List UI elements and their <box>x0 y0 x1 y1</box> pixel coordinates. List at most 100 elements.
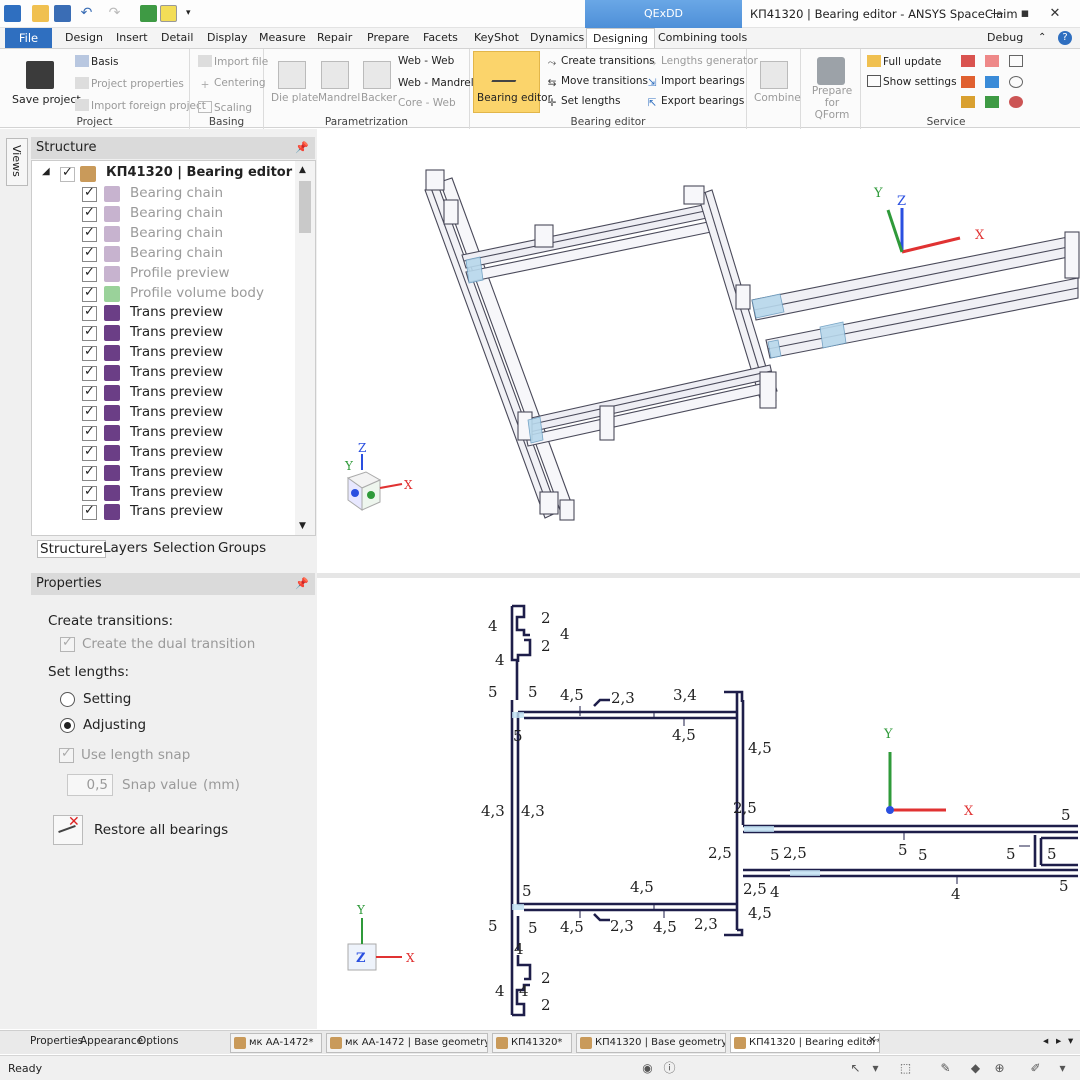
tab-repair[interactable]: Repair <box>317 28 352 48</box>
tree-item[interactable]: Bearing chain <box>32 204 294 224</box>
restore-bearings-button[interactable]: ✕ <box>53 814 83 845</box>
tab-layers[interactable]: Layers <box>103 540 148 556</box>
service-tool-9-icon[interactable] <box>1009 96 1023 108</box>
tab-facets[interactable]: Facets <box>423 28 458 48</box>
properties-pin-icon[interactable]: 📌 <box>295 573 309 595</box>
tree-item[interactable]: Trans preview <box>32 443 294 463</box>
service-tool-7-icon[interactable] <box>961 96 975 108</box>
tree-item-checkbox[interactable] <box>82 384 97 401</box>
tab-measure[interactable]: Measure <box>259 28 306 48</box>
tab-keyshot[interactable]: KeyShot <box>474 28 519 48</box>
tree-item-checkbox[interactable] <box>82 304 97 322</box>
adjusting-radio[interactable] <box>60 718 75 733</box>
basis-button[interactable]: Basis <box>75 55 119 68</box>
debug-menu[interactable]: Debug <box>987 28 1023 48</box>
tree-item-checkbox[interactable] <box>82 464 97 481</box>
scroll-thumb[interactable] <box>299 181 311 233</box>
doc-tab-kp41320[interactable]: КП41320* <box>492 1033 572 1053</box>
tab-prepare[interactable]: Prepare <box>367 28 409 48</box>
tree-item[interactable]: Trans preview <box>32 483 294 503</box>
tab-scroll-left-icon[interactable]: ◂ <box>1043 1035 1048 1047</box>
tree-item[interactable]: Profile volume body <box>32 284 294 304</box>
root-checkbox[interactable] <box>60 165 75 182</box>
pin-icon[interactable]: 📌 <box>295 137 309 159</box>
tree-root[interactable]: ◢ КП41320 | Bearing editor <box>32 164 294 184</box>
tree-item-checkbox[interactable] <box>82 245 97 262</box>
show-settings-button[interactable]: Show settings <box>867 75 957 88</box>
doc-tab-bearing-editor[interactable]: КП41320 | Bearing editor* <box>730 1033 880 1053</box>
tree-item[interactable]: Trans preview <box>32 323 294 343</box>
tab-scroll-right-icon[interactable]: ▸ <box>1056 1035 1061 1047</box>
doc-tab-aa1472-base[interactable]: мк АА-1472 | Base geometry* <box>326 1033 488 1053</box>
service-tool-8-icon[interactable] <box>985 96 999 108</box>
set-lengths-button[interactable]: ✛ Set lengths <box>545 95 621 109</box>
tab-appearance[interactable]: Appearance <box>80 1035 143 1047</box>
tree-item-checkbox[interactable] <box>82 205 97 222</box>
doc-tab-aa1472[interactable]: мк АА-1472* <box>230 1033 322 1053</box>
tab-groups[interactable]: Groups <box>218 540 266 556</box>
3d-model[interactable]: Z X Y X Z Y <box>317 129 1080 573</box>
status-circle-icon[interactable]: ◉ <box>640 1061 655 1076</box>
tree-item-checkbox[interactable] <box>82 285 97 302</box>
backer-button[interactable]: Backer <box>361 92 397 104</box>
export-bearings-button[interactable]: ⇱ Export bearings <box>645 95 745 109</box>
tree-item-checkbox[interactable] <box>82 404 97 421</box>
dual-transition-checkbox[interactable] <box>60 635 75 652</box>
create-transitions-button[interactable]: ⤳ Create transitions <box>545 55 655 69</box>
use-length-snap-checkbox[interactable] <box>59 746 74 763</box>
tree-item-checkbox[interactable] <box>82 503 97 521</box>
service-tool-4-icon[interactable] <box>961 76 975 88</box>
collapse-ribbon-icon[interactable]: ⌃ <box>1038 28 1046 48</box>
undo-icon[interactable]: ↶ <box>78 5 95 22</box>
tree-item-checkbox[interactable] <box>82 484 97 501</box>
tab-design[interactable]: Design <box>65 28 103 48</box>
tab-dynamics[interactable]: Dynamics <box>530 28 584 48</box>
tree-item[interactable]: Trans preview <box>32 383 294 403</box>
tree-item-checkbox[interactable] <box>82 185 97 202</box>
tree-item-checkbox[interactable] <box>82 424 97 441</box>
views-side-tab[interactable]: Views <box>6 138 28 186</box>
save-icon[interactable] <box>54 5 71 22</box>
tab-insert[interactable]: Insert <box>116 28 148 48</box>
tree-item[interactable]: Bearing chain <box>32 184 294 204</box>
tree-item[interactable]: Trans preview <box>32 343 294 363</box>
tab-designing[interactable]: Designing <box>586 28 655 49</box>
import-foreign-project-button[interactable]: Import foreign project <box>75 99 206 112</box>
select-mode-icon[interactable]: ▾ <box>868 1061 883 1076</box>
tab-file[interactable]: File <box>5 28 52 48</box>
status-info-icon[interactable]: ⓘ <box>662 1061 677 1076</box>
move-transitions-button[interactable]: ⇆ Move transitions <box>545 75 648 89</box>
view-cube-3d[interactable]: X Z Y <box>344 441 413 511</box>
core-web-button[interactable]: Core - Web <box>398 97 456 109</box>
doc-tab-close-icon[interactable]: ✕ <box>868 1035 876 1046</box>
mandrel-button[interactable]: Mandrel <box>318 92 360 104</box>
service-tool-6-icon[interactable] <box>1009 76 1023 88</box>
web-web-button[interactable]: Web - Web <box>398 55 454 67</box>
bearing-editor-button[interactable]: Bearing editor <box>473 51 552 113</box>
active-tool-icon[interactable] <box>160 5 177 22</box>
tree-item[interactable]: Trans preview <box>32 363 294 383</box>
tab-combining-tools[interactable]: Combining tools <box>658 28 747 48</box>
die-plate-button[interactable]: Die plate <box>271 92 318 104</box>
doc-tab-kp41320-base[interactable]: КП41320 | Base geometry* <box>576 1033 726 1053</box>
tree-scrollbar[interactable]: ▲ ▼ <box>295 161 315 535</box>
tree-item[interactable]: Trans preview <box>32 403 294 423</box>
2d-viewport[interactable]: 424 24 55 4,5 2,3 3,4 4,5 5 4,5 4,3 4,3 2,5 … <box>317 578 1080 1030</box>
service-tool-2-icon[interactable] <box>985 55 999 67</box>
tab-list-icon[interactable]: ▾ <box>1068 1035 1073 1047</box>
scroll-down-icon[interactable]: ▼ <box>299 521 306 531</box>
view-cube-2d[interactable]: Z Y X <box>347 903 415 971</box>
3d-viewport[interactable]: Z X Y X Z Y <box>317 129 1080 573</box>
2d-profile-drawing[interactable]: 4 24 24 55 4,5 2,3 3,4 4,55 4,5 4,3 4,3 2,5 … <box>317 578 1080 1030</box>
web-mandrel-button[interactable]: Web - Mandrel <box>398 77 474 89</box>
qexdd-context-tab[interactable]: QExDD <box>585 0 742 28</box>
status-menu-icon[interactable]: ▾ <box>1055 1061 1070 1076</box>
tab-selection[interactable]: Selection <box>153 540 215 556</box>
import-file-button[interactable]: Import file <box>198 55 268 68</box>
open-icon[interactable] <box>32 5 49 22</box>
minimize-icon[interactable]: — <box>986 4 1008 24</box>
tab-display[interactable]: Display <box>207 28 248 48</box>
tab-detail[interactable]: Detail <box>161 28 193 48</box>
sketch-icon[interactable]: ✎ <box>938 1061 953 1076</box>
tab-options[interactable]: Options <box>138 1035 179 1047</box>
